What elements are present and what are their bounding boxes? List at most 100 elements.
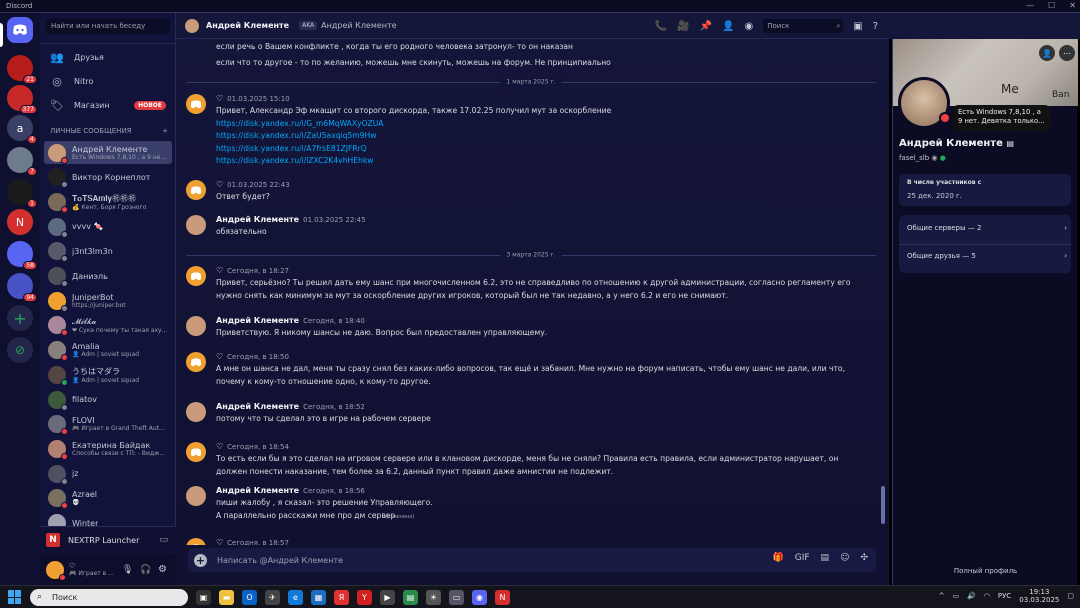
attach-plus-icon[interactable]: + [194,553,207,567]
home-button[interactable] [7,17,33,43]
avatar[interactable] [46,560,66,581]
nav-nitro[interactable]: ◎ Nitro [46,71,170,91]
scrollbar[interactable] [881,486,885,524]
app-icon[interactable]: ▶ [380,590,395,605]
more-options-icon[interactable]: ⋯ [1059,45,1075,61]
store-icon[interactable]: ▦ [311,590,326,605]
nav-friends[interactable]: 👥 Друзья [46,47,170,67]
dm-item[interactable]: j3nt3lm3n [44,240,172,263]
nextrp-taskbar-icon[interactable]: N [495,590,510,605]
minimize-button[interactable]: — [1026,0,1034,12]
dm-item[interactable]: 𝐓𝐨𝐓𝐒𝐀𝐦𝐥𝐲㊗㊗㊗ 💰 Кент, Боря Грозного [44,190,172,213]
avatar[interactable] [186,402,206,422]
pin-icon[interactable]: 📌 [700,21,712,32]
voice-call-icon[interactable]: 📞 [655,21,667,32]
dm-item[interactable]: JuniperBot https://juniper.bot [44,289,172,312]
taskbar-search[interactable]: ⌕ Поиск [30,588,188,606]
user-profile-icon[interactable]: ◉ [745,21,754,32]
inbox-icon[interactable]: ▣ [853,21,862,32]
add-friend-icon[interactable]: 👤 [1039,45,1055,61]
avatar[interactable] [186,442,206,462]
tray-chevron-icon[interactable]: ^ [939,592,945,600]
app-icon[interactable]: ▭ [449,590,464,605]
mutual-servers-row[interactable]: Общие серверы — 2 › [907,224,1067,232]
avatar[interactable] [186,486,206,506]
dm-item[interactable]: filatov [44,388,172,411]
search-input[interactable]: Найти или начать беседу [46,18,170,34]
outlook-icon[interactable]: O [242,590,257,605]
server-icon[interactable]: 58 [7,241,37,270]
mutual-friends-row[interactable]: Общие друзья — 5 › [907,252,1067,260]
language-indicator[interactable]: РУС [998,592,1011,600]
server-icon[interactable]: 7 [7,147,37,176]
telegram-icon[interactable]: ✈ [265,590,280,605]
avatar[interactable] [186,538,206,545]
wifi-icon[interactable]: ◠ [984,592,990,600]
avatar[interactable] [185,18,199,33]
weather-icon[interactable]: ☀ [426,590,441,605]
explore-icon[interactable]: ⊘ [7,337,33,363]
avatar[interactable] [186,266,206,286]
server-icon[interactable]: 1 [7,179,37,208]
edge-icon[interactable]: e [288,590,303,605]
add-server-button[interactable]: + [7,305,33,331]
help-icon[interactable]: ? [873,21,878,32]
dm-item[interactable]: うちはマダラ 👤 Adm | soviet squad [44,363,172,386]
dm-item[interactable]: Amalia 👤 Adm | soviet squad [44,339,172,362]
nav-shop[interactable]: 🏷 Магазин НОВОЕ [46,95,170,115]
volume-icon[interactable]: 🔊 [967,592,976,600]
add-dm-button[interactable]: + [162,127,168,135]
battery-icon[interactable]: ▭ [952,592,959,600]
dm-item[interactable]: 𝓜𝓲𝓵𝓴𝓪 ❤ Сука почему ты такая аху... [44,314,172,337]
search-input[interactable]: Поиск ⌕ [763,19,844,33]
notifications-icon[interactable]: ▢ [1067,592,1074,600]
message-link[interactable]: https://disk.yandex.ru/i/G_m6MqWAXyOZUA [216,119,384,128]
dm-item[interactable]: Azrael 💀 [44,487,172,510]
dm-item[interactable]: Андрей Клементе Есть Windows 7,8,10 , а 9… [44,141,172,164]
screen-share-icon[interactable]: ▭ [159,535,168,545]
avatar[interactable] [186,316,206,336]
server-icon[interactable]: a4 [7,115,37,144]
add-friend-icon[interactable]: 👤 [722,21,734,32]
close-button[interactable]: ✕ [1069,0,1076,12]
dm-item[interactable]: Виктор Корнеплот [44,166,172,189]
windows-start-icon[interactable] [8,590,22,604]
gift-icon[interactable]: 🎁 [773,553,784,563]
microphone-icon[interactable]: 🎙 [122,565,133,575]
gif-icon[interactable]: GIF [795,553,810,563]
emoji-icon[interactable]: ☺ [840,553,849,563]
message-link[interactable]: https://disk.yandex.ru/i/ZaU5axqiq5m9Hw [216,131,376,140]
dm-item[interactable]: FLOVI 🎮 Играет в Grand Theft Aut... [44,413,172,436]
server-icon[interactable]: 21 [7,55,37,84]
avatar[interactable] [186,352,206,372]
launcher-bar[interactable]: N NEXTRP Launcher ▭ [40,526,176,553]
yandex-icon[interactable]: Y [357,590,372,605]
clock[interactable]: 19:13 03.03.2025 [1019,588,1059,604]
message-link[interactable]: https://disk.yandex.ru/i/lZXC2K4vhHEhkw [216,156,373,165]
sticker-icon[interactable]: ▤ [821,553,830,563]
message-composer[interactable]: + Написать @Андрей Клементе 🎁 GIF ▤ ☺ ✣ [188,548,876,572]
discord-taskbar-icon[interactable]: ◉ [472,590,487,605]
dm-item[interactable]: jz [44,462,172,485]
full-profile-link[interactable]: Полный профиль [893,567,1078,575]
file-explorer-icon[interactable]: ▬ [219,590,234,605]
avatar[interactable] [186,180,206,200]
message-link[interactable]: https://disk.yandex.ru/i/A7frsE81ZJFRrQ [216,144,367,153]
dm-item[interactable]: Даниэль [44,265,172,288]
avatar[interactable] [186,94,206,114]
server-icon[interactable]: 377 [7,85,37,114]
avatar[interactable] [898,77,951,129]
avatar[interactable] [186,215,206,235]
settings-gear-icon[interactable]: ⚙ [158,564,167,575]
dm-item[interactable]: vvvv 🍬 [44,215,172,238]
server-icon[interactable]: N [7,209,33,235]
headphones-icon[interactable]: 🎧 [140,565,151,575]
server-icon[interactable]: 94 [7,273,37,302]
video-call-icon[interactable]: 🎥 [677,21,689,32]
dm-item[interactable]: Екатерина Байдак Способы связи с ТП: - Ви… [44,437,172,460]
yandex-browser-icon[interactable]: Я [334,590,349,605]
task-view-icon[interactable]: ▣ [196,590,211,605]
maximize-button[interactable]: ☐ [1048,0,1055,12]
apps-icon[interactable]: ✣ [860,553,868,563]
app-icon[interactable]: ▤ [403,590,418,605]
